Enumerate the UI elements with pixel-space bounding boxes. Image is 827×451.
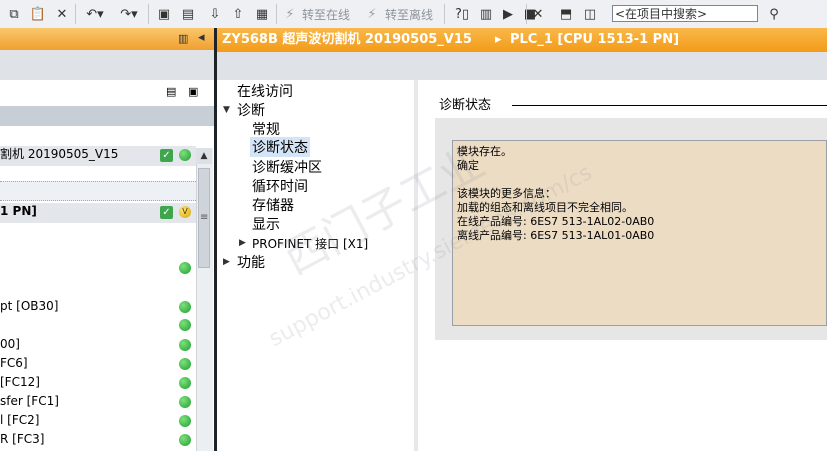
tree-row[interactable] [0, 164, 158, 183]
download-icon[interactable]: ⇩ [207, 4, 223, 24]
split-vertical-icon[interactable]: ◫ [582, 4, 598, 24]
close-icon[interactable]: ✕ [530, 4, 546, 24]
status-ok-icon [179, 377, 191, 389]
collapse-left-icon[interactable]: ◂ [198, 30, 205, 45]
nav-diagnostic-status[interactable]: 诊断状态 [250, 137, 310, 157]
nav-online-access[interactable]: 在线访问 [237, 81, 293, 101]
tree-row[interactable]: 割机 20190505_V15 [0, 145, 158, 164]
simulation-icon[interactable]: ▦ [254, 4, 270, 24]
tree-row[interactable]: pt [OB30] [0, 297, 158, 316]
table-view-icon[interactable]: ▤ [166, 85, 176, 98]
status-ok-icon [179, 262, 191, 274]
tree-row-label: R [FC3] [0, 432, 45, 446]
tree-row[interactable]: l [FC2] [0, 411, 158, 430]
nav-cycle-time[interactable]: 循环时间 [252, 176, 308, 196]
scroll-up-icon[interactable]: ▲ [196, 148, 212, 164]
project-tree-toolbar [0, 50, 214, 80]
tree-row[interactable]: 1 PN] [0, 202, 158, 221]
status-ok-icon [179, 339, 191, 351]
status-ok-icon [179, 434, 191, 446]
status-ok-icon [179, 358, 191, 370]
cross-reference-icon[interactable]: ▥ [478, 4, 494, 24]
tree-row[interactable]: sfer [FC1] [0, 392, 158, 411]
section-title: 诊断状态 [439, 98, 492, 113]
status-ok-icon [179, 149, 191, 161]
expand-down-icon[interactable]: ▼ [223, 105, 230, 115]
upload-icon[interactable]: ⇧ [230, 4, 246, 24]
tree-row-label: 00] [0, 337, 20, 351]
status-ok-icon [179, 301, 191, 313]
tree-row[interactable]: FC6] [0, 354, 158, 373]
search-input[interactable]: <在项目中搜索> [612, 5, 758, 22]
editor-toolbar-band [217, 52, 827, 80]
nav-diagnostics[interactable]: 诊断 [237, 100, 265, 120]
tree-row-selected [0, 181, 196, 201]
tree-row-label: [FC12] [0, 375, 40, 389]
tree-row-label: 割机 20190505_V15 [0, 147, 119, 161]
nav-memory[interactable]: 存储器 [252, 195, 294, 215]
status-ok-icon [179, 396, 191, 408]
copy-icon[interactable]: ⧉ [6, 4, 22, 24]
tree-row[interactable]: 00] [0, 335, 158, 354]
tree-row-label: 1 PN] [0, 204, 37, 218]
status-ok-icon [179, 319, 191, 331]
save-project-icon[interactable]: ▣ [156, 4, 172, 24]
toolbar: ⧉ 📋 ✕ ↶▾ ↷▾ ▣ ▤ ⇩ ⇧ ▦ ⚡ 转至在线 ⚡ 转至离线 ?▯ ▥… [0, 0, 827, 29]
undo-icon[interactable]: ↶▾ [82, 4, 108, 24]
tree-row-label: pt [OB30] [0, 299, 59, 313]
tree-row[interactable]: R [FC3] [0, 430, 158, 449]
accessible-devices-icon[interactable]: ?▯ [452, 4, 472, 24]
tree-row[interactable] [0, 221, 158, 240]
compile-icon[interactable]: ▤ [180, 4, 196, 24]
project-tree-header: ▥ ◂ [0, 28, 214, 50]
go-offline-button[interactable]: 转至离线 [385, 4, 433, 24]
consistent-check-icon: ✓ [160, 206, 173, 219]
grip-icon: ≡ [200, 212, 209, 223]
project-tree-column-header [0, 106, 214, 126]
breadcrumb-separator: ▸ [495, 32, 502, 47]
split-horizontal-icon[interactable]: ⬒ [558, 4, 574, 24]
project-tree-subheader: ▤ ▣ [0, 80, 214, 107]
expand-right-icon[interactable]: ▶ [223, 257, 230, 267]
tree-row-label: FC6] [0, 356, 28, 370]
start-cpu-icon[interactable]: ▶ [500, 4, 516, 24]
panel-pin-icon[interactable]: ▥ [178, 32, 190, 45]
tree-row-label: l [FC2] [0, 413, 40, 427]
plc-title: PLC_1 [CPU 1513-1 PN] [510, 32, 680, 47]
tree-row-label: sfer [FC1] [0, 394, 59, 408]
search-icon[interactable]: ⚲ [764, 4, 784, 24]
go-online-icon: ⚡ [285, 6, 295, 22]
tree-row[interactable] [0, 277, 158, 296]
section-divider [512, 105, 827, 106]
editor-title-bar: ZY568B 超声波切割机 20190505_V15 ▸ PLC_1 [CPU … [217, 28, 827, 52]
nav-diagnostic-buffer[interactable]: 诊断缓冲区 [252, 157, 322, 177]
go-offline-icon: ⚡ [367, 6, 377, 22]
paste-icon[interactable]: 📋 [30, 4, 46, 24]
consistent-check-icon: ✓ [160, 149, 173, 162]
nav-functions[interactable]: 功能 [237, 252, 265, 272]
redo-icon[interactable]: ↷▾ [116, 4, 142, 24]
tree-row[interactable] [0, 315, 158, 334]
status-ok-icon [179, 415, 191, 427]
overview-icon[interactable]: ▣ [188, 85, 198, 98]
expand-right-icon[interactable]: ▶ [239, 238, 246, 248]
device-title: ZY568B 超声波切割机 20190505_V15 [222, 32, 472, 47]
tree-row[interactable]: [FC12] [0, 373, 158, 392]
nav-general[interactable]: 常规 [252, 119, 280, 139]
go-online-button[interactable]: 转至在线 [302, 4, 350, 24]
status-warning-icon: V [179, 206, 191, 218]
delete-icon[interactable]: ✕ [54, 4, 70, 24]
tree-row[interactable] [0, 258, 158, 277]
